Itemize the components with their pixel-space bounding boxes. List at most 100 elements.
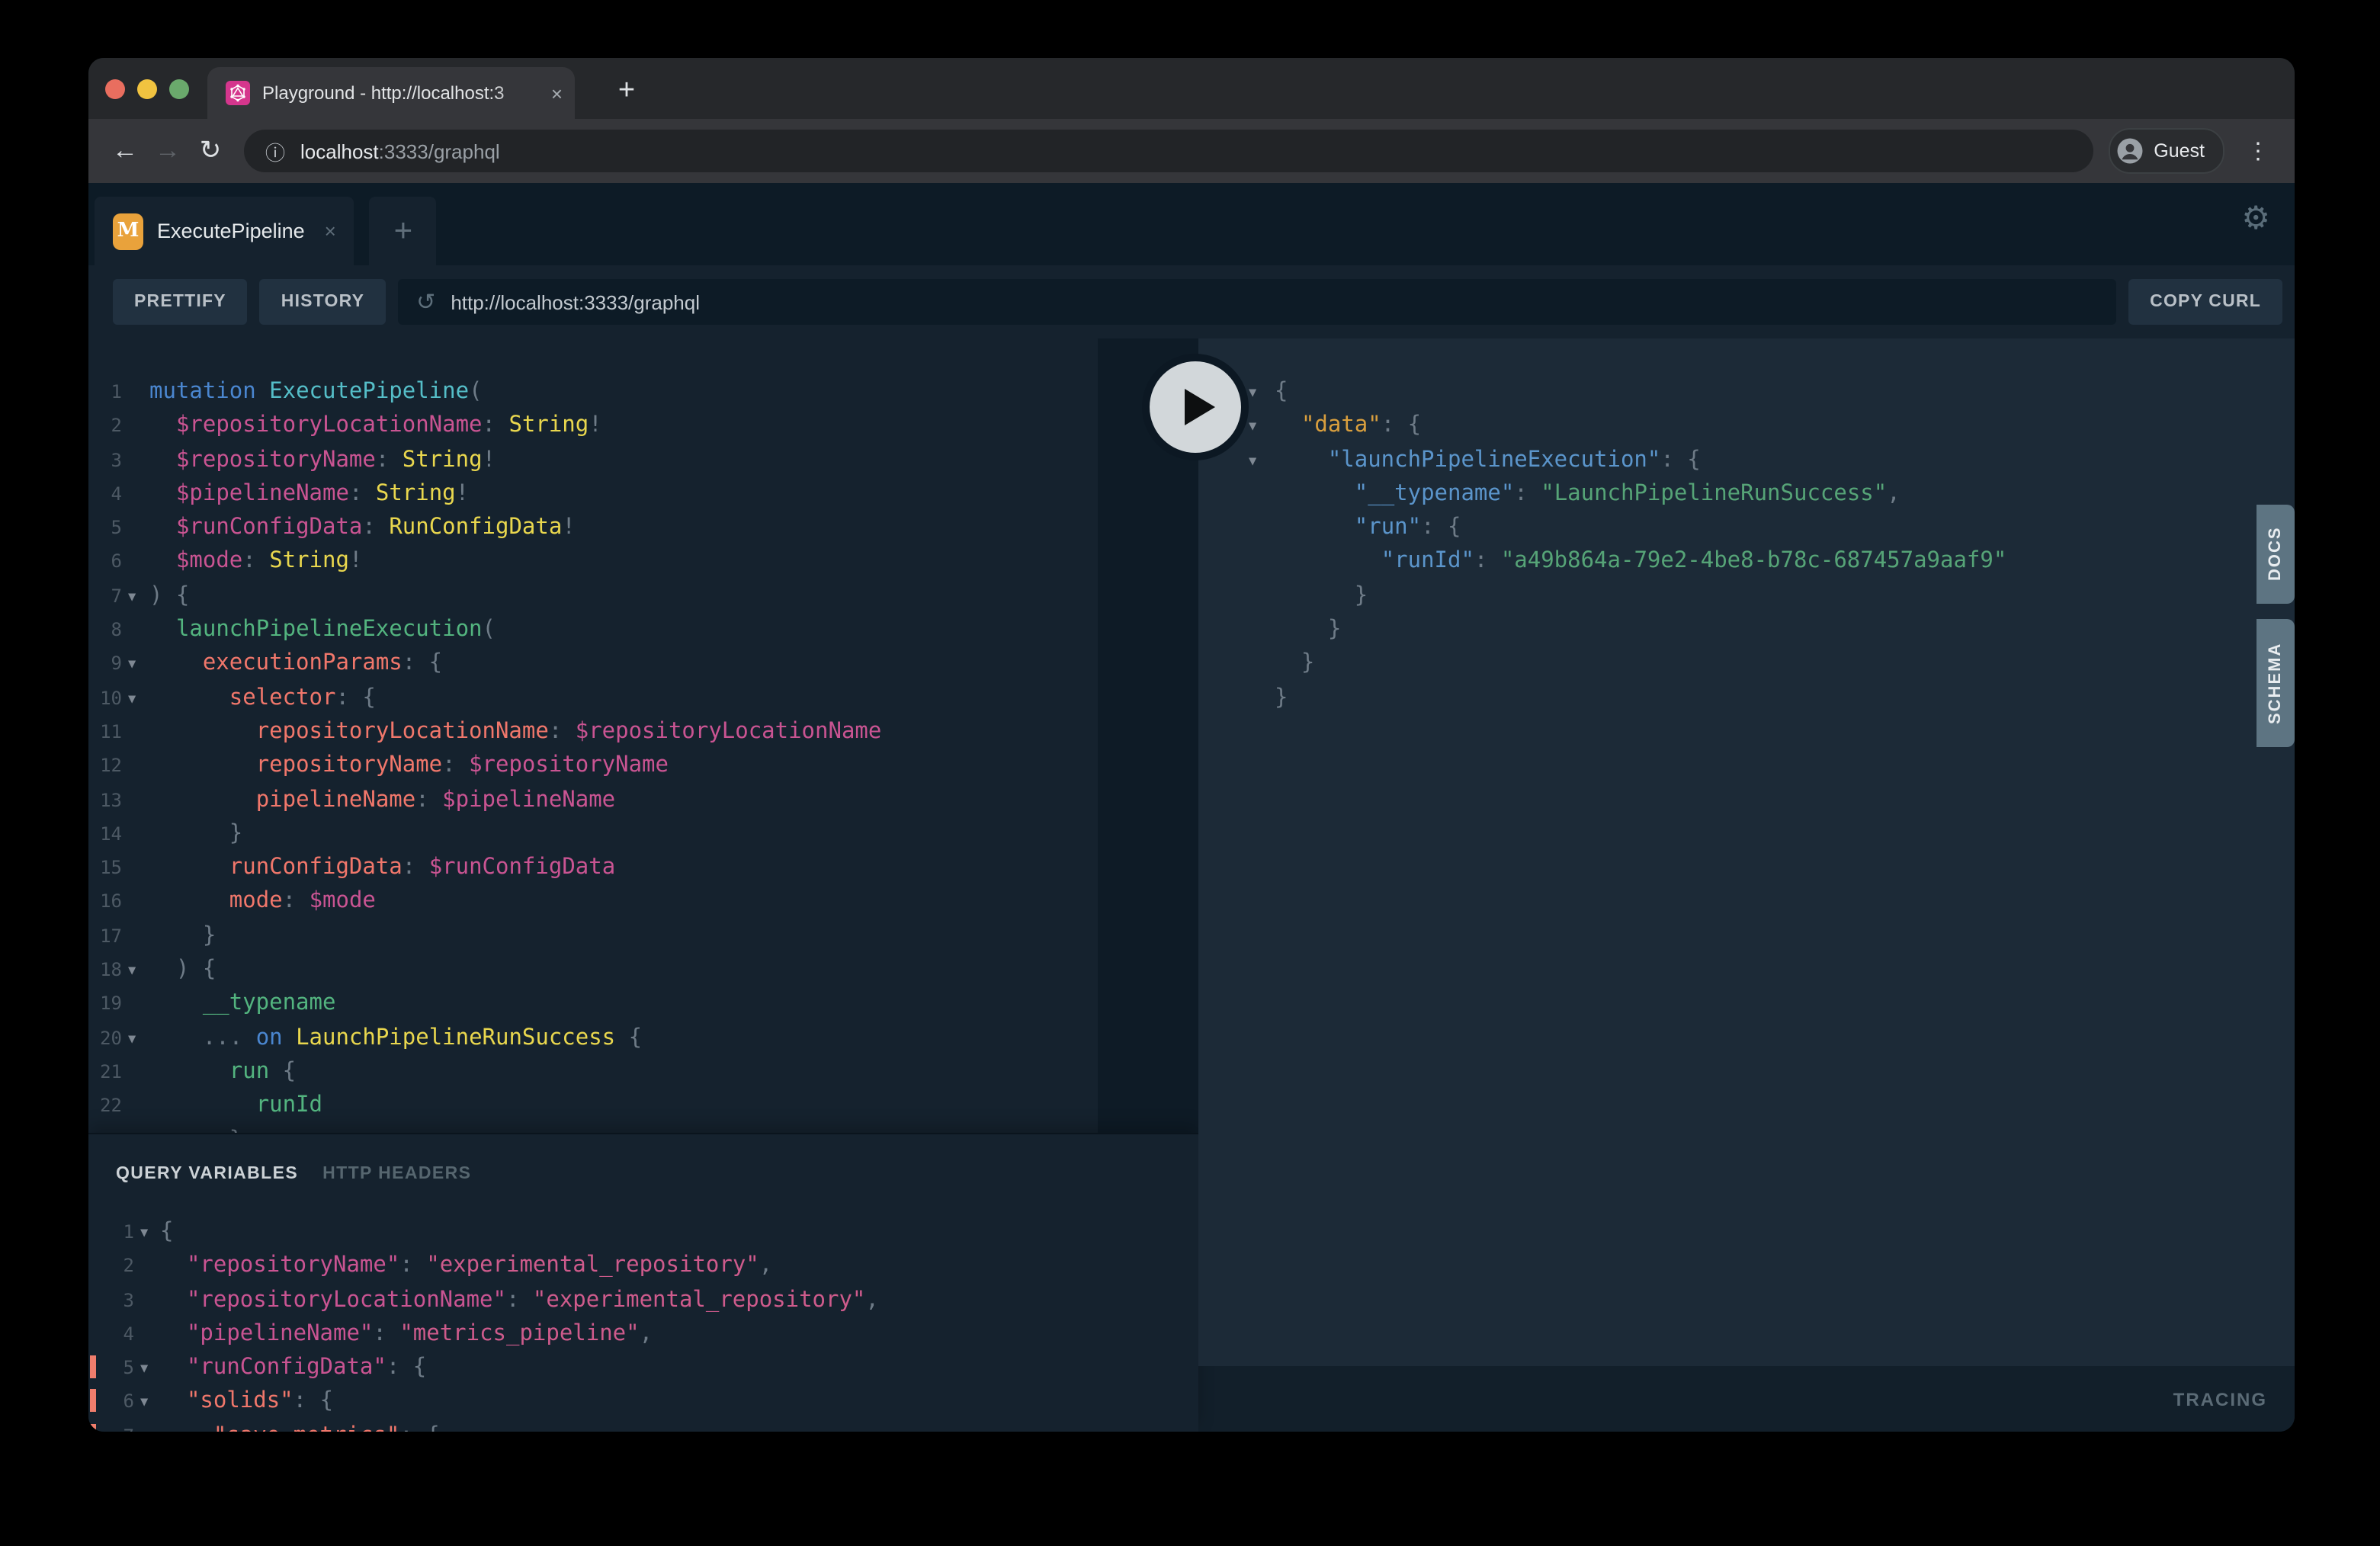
copy-curl-button[interactable]: COPY CURL xyxy=(2128,279,2282,325)
code-text: } xyxy=(1275,647,1314,682)
code-line: 17 } xyxy=(88,919,1198,954)
fold-arrow-icon[interactable]: ▼ xyxy=(128,954,136,989)
playground-tab-executepipeline[interactable]: M ExecutePipeline × xyxy=(95,197,354,265)
execute-button[interactable] xyxy=(1142,354,1249,460)
browser-menu-icon[interactable]: ⋮ xyxy=(2237,130,2279,172)
fold-arrow-icon[interactable]: ▼ xyxy=(140,1217,148,1251)
reload-icon[interactable]: ↻ xyxy=(189,130,232,172)
fold-arrow-icon[interactable]: ▼ xyxy=(1249,444,1256,479)
tab-query-variables[interactable]: QUERY VARIABLES xyxy=(116,1165,298,1183)
code-text: "data": { xyxy=(1275,409,1421,444)
minimize-window-button[interactable] xyxy=(137,79,157,99)
fold-arrow-icon[interactable]: ▼ xyxy=(128,581,136,615)
settings-gear-icon[interactable]: ⚙ xyxy=(2241,203,2270,235)
line-number: 22 xyxy=(88,1089,122,1123)
back-icon[interactable]: ← xyxy=(104,130,146,172)
code-line: 7▼ "save_metrics": { xyxy=(88,1419,1198,1432)
code-line: 22 runId xyxy=(88,1089,1198,1123)
tab-http-headers[interactable]: HTTP HEADERS xyxy=(322,1165,471,1183)
variables-editor[interactable]: 1▼{2 "repositoryName": "experimental_rep… xyxy=(88,1215,1198,1432)
code-line: 5▼ "runConfigData": { xyxy=(88,1351,1198,1385)
line-number: 4 xyxy=(98,1317,134,1352)
code-line: ▼ "launchPipelineExecution": { xyxy=(1198,443,2295,477)
fold-arrow-icon[interactable]: ▼ xyxy=(1249,411,1256,445)
code-line: 6▼ "solids": { xyxy=(88,1385,1198,1419)
line-number: 2 xyxy=(98,1249,134,1284)
history-button[interactable]: HISTORY xyxy=(260,279,386,325)
code-text: "launchPipelineExecution": { xyxy=(1275,443,1701,477)
code-line: 14 } xyxy=(88,817,1198,852)
endpoint-input[interactable]: ↺ http://localhost:3333/graphql xyxy=(398,279,2116,325)
browser-toolbar: ← → ↻ ⓘ localhost:3333/graphql Guest ⋮ xyxy=(88,119,2295,183)
browser-tab[interactable]: Playground - http://localhost:3 × xyxy=(207,67,575,119)
code-text: "repositoryLocationName": "experimental_… xyxy=(160,1283,879,1317)
fold-arrow-icon[interactable]: ▼ xyxy=(140,1387,148,1421)
line-number: 21 xyxy=(88,1055,122,1089)
fold-arrow-icon[interactable]: ▼ xyxy=(140,1352,148,1387)
changed-line-marker xyxy=(90,1355,96,1378)
docs-side-tab[interactable]: DOCS xyxy=(2257,505,2295,604)
line-number: 17 xyxy=(88,919,122,954)
schema-side-tab[interactable]: SCHEMA xyxy=(2257,619,2295,747)
code-text: __typename xyxy=(149,987,335,1022)
line-number: 7 xyxy=(88,579,122,614)
close-window-button[interactable] xyxy=(105,79,125,99)
mutation-badge: M xyxy=(113,213,143,249)
code-text: mutation ExecutePipeline( xyxy=(149,375,483,409)
address-bar[interactable]: ⓘ localhost:3333/graphql xyxy=(244,130,2093,172)
line-number: 6 xyxy=(98,1385,134,1419)
fold-arrow-icon[interactable]: ▼ xyxy=(128,649,136,683)
profile-label: Guest xyxy=(2154,140,2205,162)
code-text: } xyxy=(149,817,242,852)
line-number: 16 xyxy=(88,885,122,919)
window-controls xyxy=(105,79,189,99)
line-number: 15 xyxy=(88,851,122,885)
url-host: localhost xyxy=(300,140,379,162)
code-text: { xyxy=(1275,375,1288,409)
line-number: 1 xyxy=(98,1215,134,1249)
zoom-window-button[interactable] xyxy=(169,79,189,99)
response-viewer[interactable]: ▼{▼ "data": {▼ "launchPipelineExecution"… xyxy=(1198,338,2295,715)
tracing-label[interactable]: TRACING xyxy=(2173,1388,2267,1410)
profile-button[interactable]: Guest xyxy=(2108,128,2224,174)
code-line: 3 $repositoryName: String! xyxy=(88,443,1198,477)
variables-tabs: QUERY VARIABLES HTTP HEADERS xyxy=(88,1134,1198,1194)
code-text: run { xyxy=(149,1055,296,1089)
fold-arrow-icon[interactable]: ▼ xyxy=(128,1022,136,1057)
code-text: executionParams: { xyxy=(149,647,442,682)
code-text: } xyxy=(1275,613,1341,647)
graphql-playground: M ExecutePipeline × + ⚙ PRETTIFY HISTORY… xyxy=(88,183,2295,1432)
code-text: ... on LaunchPipelineRunSuccess { xyxy=(149,1021,642,1055)
new-browser-tab-button[interactable]: + xyxy=(605,70,648,113)
forward-icon[interactable]: → xyxy=(146,130,189,172)
line-number: 10 xyxy=(88,681,122,715)
graphql-favicon-icon xyxy=(226,81,250,105)
code-line: 20▼ ... on LaunchPipelineRunSuccess { xyxy=(88,1021,1198,1055)
changed-line-marker xyxy=(90,1390,96,1413)
browser-tab-close-icon[interactable]: × xyxy=(551,82,563,104)
playground-tab-close-icon[interactable]: × xyxy=(325,220,336,242)
code-text: } xyxy=(1275,579,1368,614)
playground-body: 1mutation ExecutePipeline(2 $repositoryL… xyxy=(88,338,2295,1432)
fold-arrow-icon[interactable]: ▼ xyxy=(140,1421,148,1432)
code-line: 3 "repositoryLocationName": "experimenta… xyxy=(88,1283,1198,1317)
code-line: "run": { xyxy=(1198,511,2295,545)
code-line: "runId": "a49b864a-79e2-4be8-b78c-687457… xyxy=(1198,545,2295,579)
tracing-bar: TRACING xyxy=(1198,1366,2295,1432)
fold-arrow-icon[interactable]: ▼ xyxy=(128,682,136,717)
endpoint-history-icon[interactable]: ↺ xyxy=(416,288,435,316)
code-text: } xyxy=(149,1123,242,1133)
query-editor[interactable]: 1mutation ExecutePipeline(2 $repositoryL… xyxy=(88,338,1198,1133)
browser-tab-strip: Playground - http://localhost:3 × + xyxy=(88,58,2295,119)
line-number: 3 xyxy=(88,443,122,477)
playground-tab-title: ExecutePipeline xyxy=(157,220,305,242)
playground-new-tab-button[interactable]: + xyxy=(370,197,437,265)
prettify-button[interactable]: PRETTIFY xyxy=(113,279,248,325)
fold-arrow-icon[interactable]: ▼ xyxy=(1249,377,1256,411)
code-text: "repositoryName": "experimental_reposito… xyxy=(160,1249,772,1284)
code-line: } xyxy=(1198,681,2295,715)
site-info-icon[interactable]: ⓘ xyxy=(265,136,285,165)
line-number: 13 xyxy=(88,783,122,817)
code-text: ) { xyxy=(149,953,216,987)
code-line: 2 "repositoryName": "experimental_reposi… xyxy=(88,1249,1198,1284)
